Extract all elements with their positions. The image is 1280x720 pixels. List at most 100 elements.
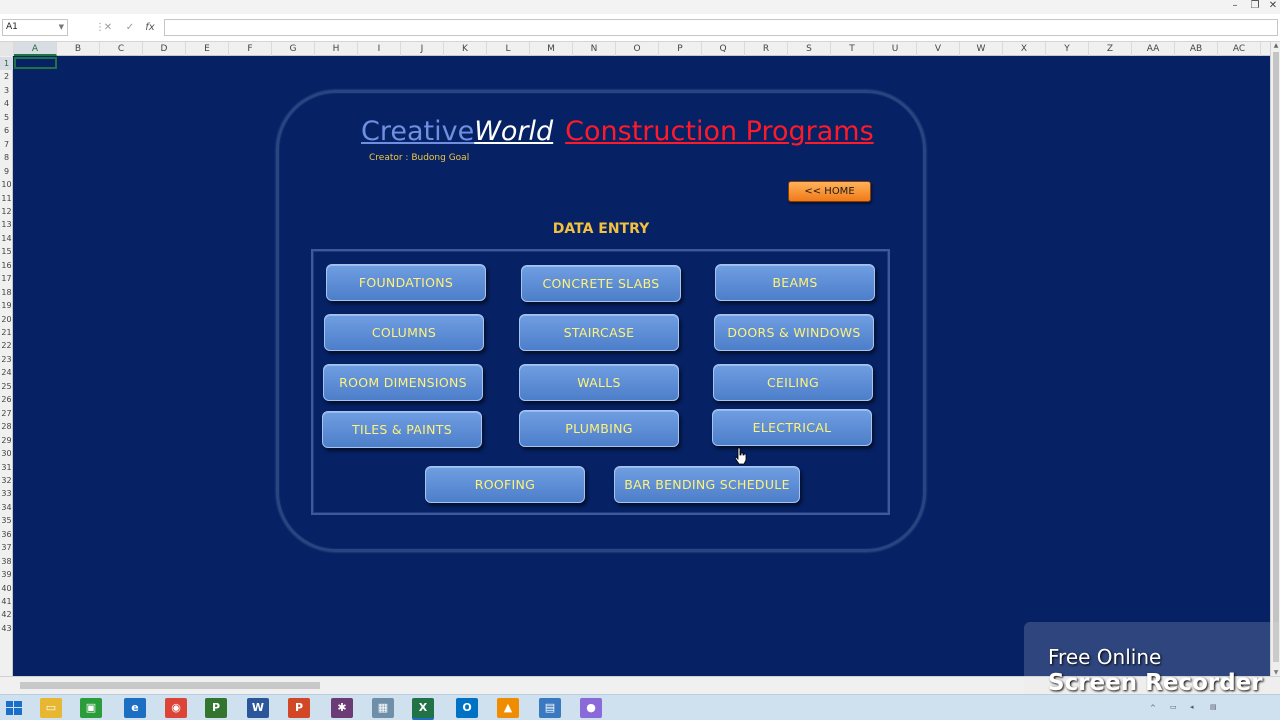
row-header-24[interactable]: 24 bbox=[0, 366, 13, 379]
column-header-e[interactable]: E bbox=[186, 42, 229, 56]
word-icon[interactable]: W bbox=[247, 698, 269, 718]
column-header-h[interactable]: H bbox=[315, 42, 358, 56]
enter-icon[interactable]: ✓ bbox=[122, 20, 138, 35]
row-header-5[interactable]: 5 bbox=[0, 111, 13, 124]
plumbing-button[interactable]: PLUMBING bbox=[519, 410, 679, 447]
row-header-3[interactable]: 3 bbox=[0, 84, 13, 97]
network-icon[interactable]: ▭ bbox=[1170, 703, 1177, 711]
excel-icon[interactable]: X bbox=[412, 698, 434, 718]
room-dimensions-button[interactable]: ROOM DIMENSIONS bbox=[323, 364, 483, 401]
column-header-m[interactable]: M bbox=[530, 42, 573, 56]
row-header-30[interactable]: 30 bbox=[0, 447, 13, 460]
row-header-16[interactable]: 16 bbox=[0, 259, 13, 272]
row-header-18[interactable]: 18 bbox=[0, 286, 13, 299]
file-explorer-icon[interactable]: ▭ bbox=[40, 698, 62, 718]
edge-icon[interactable]: e bbox=[124, 698, 146, 718]
row-header-6[interactable]: 6 bbox=[0, 124, 13, 137]
row-header-31[interactable]: 31 bbox=[0, 461, 13, 474]
column-header-b[interactable]: B bbox=[57, 42, 100, 56]
column-header-o[interactable]: O bbox=[616, 42, 659, 56]
row-header-1[interactable]: 1 bbox=[0, 57, 13, 71]
home-button[interactable]: << HOME bbox=[788, 181, 871, 202]
row-header-29[interactable]: 29 bbox=[0, 434, 13, 447]
calculator-icon[interactable]: ▦ bbox=[372, 698, 394, 718]
row-header-8[interactable]: 8 bbox=[0, 151, 13, 164]
row-header-4[interactable]: 4 bbox=[0, 97, 13, 110]
concrete-slabs-button[interactable]: CONCRETE SLABS bbox=[521, 265, 681, 302]
column-header-w[interactable]: W bbox=[960, 42, 1003, 56]
column-header-r[interactable]: R bbox=[745, 42, 788, 56]
select-all-corner[interactable] bbox=[0, 42, 14, 56]
row-header-43[interactable]: 43 bbox=[0, 622, 13, 635]
project-icon[interactable]: P bbox=[205, 698, 227, 718]
row-header-23[interactable]: 23 bbox=[0, 353, 13, 366]
cancel-icon[interactable]: ✕ bbox=[100, 20, 116, 35]
row-header-14[interactable]: 14 bbox=[0, 232, 13, 245]
column-header-p[interactable]: P bbox=[659, 42, 702, 56]
volume-icon[interactable]: ◂ bbox=[1190, 703, 1194, 711]
windows-start-icon[interactable] bbox=[4, 698, 24, 718]
column-header-s[interactable]: S bbox=[788, 42, 831, 56]
row-header-12[interactable]: 12 bbox=[0, 205, 13, 218]
horizontal-scroll-thumb[interactable] bbox=[20, 682, 320, 689]
column-header-v[interactable]: V bbox=[917, 42, 960, 56]
row-header-17[interactable]: 17 bbox=[0, 272, 13, 285]
roofing-button[interactable]: ROOFING bbox=[425, 466, 585, 503]
scroll-up-icon[interactable]: ▲ bbox=[1271, 42, 1280, 49]
photos-icon[interactable]: ▤ bbox=[539, 698, 561, 718]
vertical-scroll-thumb[interactable] bbox=[1273, 52, 1279, 662]
row-header-25[interactable]: 25 bbox=[0, 380, 13, 393]
row-header-13[interactable]: 13 bbox=[0, 218, 13, 231]
slack-icon[interactable]: ✱ bbox=[331, 698, 353, 718]
bar-bending-schedule-button[interactable]: BAR BENDING SCHEDULE bbox=[614, 466, 800, 503]
row-header-40[interactable]: 40 bbox=[0, 582, 13, 595]
tiles-paints-button[interactable]: TILES & PAINTS bbox=[322, 411, 482, 448]
column-header-z[interactable]: Z bbox=[1089, 42, 1132, 56]
ceiling-button[interactable]: CEILING bbox=[713, 364, 873, 401]
row-header-28[interactable]: 28 bbox=[0, 420, 13, 433]
row-header-15[interactable]: 15 bbox=[0, 245, 13, 258]
recorder-app-icon[interactable]: ● bbox=[580, 698, 602, 718]
row-header-7[interactable]: 7 bbox=[0, 138, 13, 151]
row-header-22[interactable]: 22 bbox=[0, 339, 13, 352]
column-header-d[interactable]: D bbox=[143, 42, 186, 56]
column-header-u[interactable]: U bbox=[874, 42, 917, 56]
formula-input[interactable] bbox=[164, 19, 1278, 36]
column-header-q[interactable]: Q bbox=[702, 42, 745, 56]
column-header-k[interactable]: K bbox=[444, 42, 487, 56]
column-header-x[interactable]: X bbox=[1003, 42, 1046, 56]
name-box[interactable]: A1 ▼ bbox=[2, 19, 68, 36]
doors-windows-button[interactable]: DOORS & WINDOWS bbox=[714, 314, 874, 351]
row-header-38[interactable]: 38 bbox=[0, 555, 13, 568]
row-header-37[interactable]: 37 bbox=[0, 541, 13, 554]
electrical-button[interactable]: ELECTRICAL bbox=[712, 409, 872, 446]
row-header-9[interactable]: 9 bbox=[0, 165, 13, 178]
column-header-j[interactable]: J bbox=[401, 42, 444, 56]
row-header-34[interactable]: 34 bbox=[0, 501, 13, 514]
tray-chevron-icon[interactable]: ^ bbox=[1150, 704, 1156, 712]
chevron-down-icon[interactable]: ▼ bbox=[59, 20, 64, 35]
beams-button[interactable]: BEAMS bbox=[715, 264, 875, 301]
row-header-39[interactable]: 39 bbox=[0, 568, 13, 581]
column-header-t[interactable]: T bbox=[831, 42, 874, 56]
insert-function-icon[interactable]: fx bbox=[142, 20, 158, 35]
columns-button[interactable]: COLUMNS bbox=[324, 314, 484, 351]
row-header-41[interactable]: 41 bbox=[0, 595, 13, 608]
row-header-36[interactable]: 36 bbox=[0, 528, 13, 541]
chrome-icon[interactable]: ◉ bbox=[165, 698, 187, 718]
row-header-2[interactable]: 2 bbox=[0, 70, 13, 83]
vlc-icon[interactable]: ▲ bbox=[497, 698, 519, 718]
row-header-21[interactable]: 21 bbox=[0, 326, 13, 339]
column-header-g[interactable]: G bbox=[272, 42, 315, 56]
row-header-20[interactable]: 20 bbox=[0, 313, 13, 326]
row-header-10[interactable]: 10 bbox=[0, 178, 13, 191]
row-header-32[interactable]: 32 bbox=[0, 474, 13, 487]
column-header-n[interactable]: N bbox=[573, 42, 616, 56]
close-button[interactable]: ✕ bbox=[1262, 0, 1280, 12]
column-header-l[interactable]: L bbox=[487, 42, 530, 56]
row-header-42[interactable]: 42 bbox=[0, 608, 13, 621]
row-header-33[interactable]: 33 bbox=[0, 487, 13, 500]
foundations-button[interactable]: FOUNDATIONS bbox=[326, 264, 486, 301]
column-header-c[interactable]: C bbox=[100, 42, 143, 56]
outlook-icon[interactable]: O bbox=[456, 698, 478, 718]
